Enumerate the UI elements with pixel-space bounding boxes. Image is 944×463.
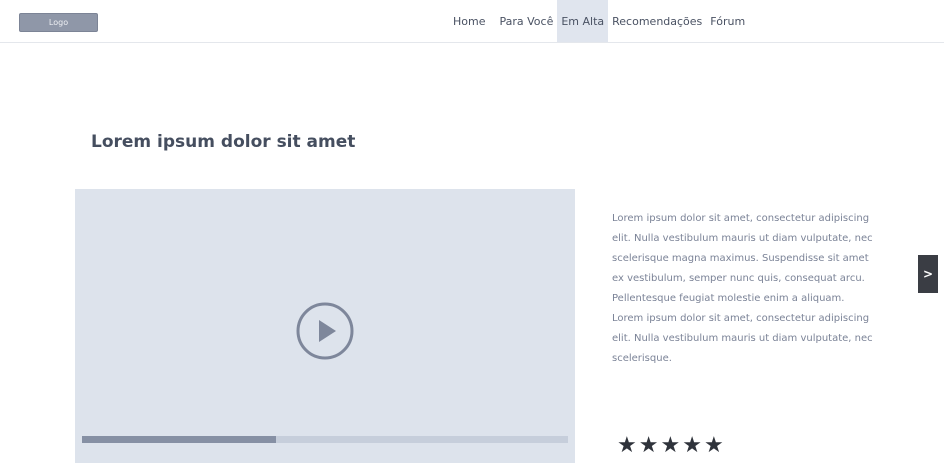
video-player[interactable]	[75, 189, 575, 463]
video-progress-fill	[82, 436, 277, 443]
nav-item-home[interactable]: Home	[447, 0, 495, 42]
star-icon[interactable]: ★	[660, 433, 680, 459]
video-description: Lorem ipsum dolor sit amet, consectetur …	[612, 209, 877, 369]
star-icon[interactable]: ★	[704, 433, 724, 459]
nav-item-para-voce[interactable]: Para Você	[495, 0, 557, 42]
nav-item-em-alta[interactable]: Em Alta	[557, 0, 609, 42]
nav-item-forum[interactable]: Fórum	[706, 0, 749, 42]
description-paragraph: Lorem ipsum dolor sit amet, consectetur …	[612, 313, 873, 364]
star-icon[interactable]: ★	[639, 433, 659, 459]
star-icon[interactable]: ★	[682, 433, 702, 459]
description-paragraph: Lorem ipsum dolor sit amet, consectetur …	[612, 213, 873, 304]
nav-item-recomendacoes[interactable]: Recomendações	[608, 0, 706, 42]
video-progress-bar[interactable]	[82, 436, 568, 443]
top-navigation-bar: Logo Home Para Você Em Alta Recomendaçõe…	[0, 0, 944, 43]
page-title: Lorem ipsum dolor sit amet	[91, 132, 356, 152]
logo[interactable]: Logo	[19, 13, 98, 32]
star-rating[interactable]: ★ ★ ★ ★ ★	[617, 433, 724, 459]
main-nav: Home Para Você Em Alta Recomendações Fór…	[447, 0, 749, 42]
next-arrow-button[interactable]: >	[918, 255, 938, 293]
play-circle-icon[interactable]	[295, 301, 355, 361]
star-icon[interactable]: ★	[617, 433, 637, 459]
